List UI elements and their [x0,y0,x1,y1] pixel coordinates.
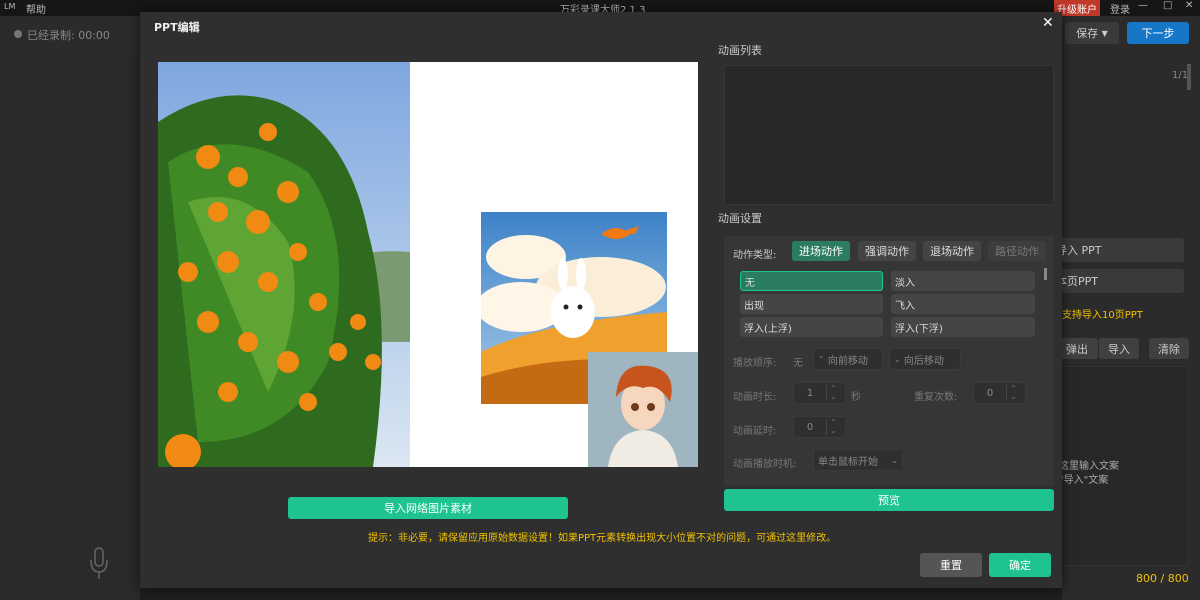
duration-unit: 秒 [851,392,861,403]
ppt-edit-dialog: PPT编辑 ✕ 导入网络图片素材 提示：非必要，请保留应用原始数据设置！如果PP… [140,12,1062,588]
chevron-up-icon: ⌃ [818,354,825,364]
chevron-down-icon: ⌄ [894,354,901,364]
dialog-title: PPT编辑 [154,21,200,34]
trigger-select[interactable]: 单击鼠标开始 ⌄ [813,449,903,471]
move-forward-label: 向前移动 [827,355,868,367]
effect-item-none[interactable]: 无 [740,271,883,291]
microphone-icon[interactable] [88,546,110,582]
delay-label: 动画延时: [733,426,777,437]
right-panel: 1/1 导入 PPT 本页PPT 支持导入10页PPT 弹出 导入 清除 这里输… [1054,54,1200,600]
repeat-label: 重复次数: [914,392,958,403]
effect-item-appear[interactable]: 出现 [740,294,883,314]
confirm-button[interactable]: 确定 [989,553,1051,577]
effect-item-float-up[interactable]: 浮入(上浮) [740,317,883,337]
duration-stepper[interactable]: 1 ⌃ ⌄ [793,382,846,404]
reset-button[interactable]: 重置 [920,553,982,577]
play-order-value: 无 [793,358,803,369]
menu-help[interactable]: 帮助 [26,1,46,16]
chevron-down-icon: ▼ [1101,28,1108,38]
scrollbar[interactable] [1187,64,1191,90]
delay-value: 0 [806,421,814,433]
delay-stepper[interactable]: 0 ⌃ ⌄ [793,416,846,438]
trigger-label: 动画播放时机: [733,459,797,470]
boy-portrait-image[interactable] [588,352,698,467]
clear-button[interactable]: 清除 [1149,338,1189,359]
chevron-down-icon: ⌄ [891,455,898,465]
effect-item-float-down[interactable]: 浮入(下浮) [891,317,1035,337]
tab-exit-action[interactable]: 退场动作 [923,241,981,261]
save-dropdown[interactable]: 保存 ▼ [1065,22,1119,44]
maximize-icon[interactable]: □ [1163,0,1172,11]
trigger-value: 单击鼠标开始 [818,456,878,468]
orange-tree-image[interactable] [158,62,410,467]
effect-item-fade-in[interactable]: 淡入 [891,271,1035,291]
import-web-image-button[interactable]: 导入网络图片素材 [288,497,568,519]
duration-label: 动画时长: [733,392,777,403]
action-type-label: 动作类型: [733,250,777,261]
save-label: 保存 [1076,27,1099,40]
animation-list[interactable] [724,65,1054,205]
import-button[interactable]: 导入 [1099,338,1139,359]
script-textarea[interactable]: 这里输入文案 "导入"文案 [1056,366,1188,566]
app-logo: LM [4,2,16,11]
effects-scrollbar[interactable] [1044,268,1047,280]
repeat-stepper[interactable]: 0 ⌃ ⌄ [973,382,1026,404]
import-ppt-button[interactable]: 导入 PPT [1054,238,1184,262]
tab-path-action[interactable]: 路径动作 [988,241,1046,261]
preview-button[interactable]: 预览 [724,489,1054,511]
tab-emphasis-action[interactable]: 强调动作 [858,241,916,261]
animation-settings-panel: 动作类型: 进场动作 强调动作 退场动作 路径动作 无 淡入 出现 飞入 浮入(… [724,236,1054,486]
move-backward-button[interactable]: ⌄ 向后移动 [889,348,961,370]
slide-canvas[interactable] [158,62,698,467]
decrement-icon[interactable]: ⌄ [830,427,837,435]
effect-item-fly-in[interactable]: 飞入 [891,294,1035,314]
duration-value: 1 [806,387,814,399]
close-icon[interactable]: ✕ [1042,15,1054,31]
ppt-limit-note: 支持导入10页PPT [1062,310,1143,321]
decrement-icon[interactable]: ⌄ [830,393,837,401]
char-count: 800 / 800 [1136,572,1189,585]
window-close-icon[interactable]: ✕ [1185,0,1193,11]
decrement-icon[interactable]: ⌄ [1010,393,1017,401]
tab-enter-action[interactable]: 进场动作 [792,241,850,261]
next-step-button[interactable]: 下一步 [1127,22,1189,44]
login-link[interactable]: 登录 [1110,1,1130,16]
this-page-ppt-button[interactable]: 本页PPT [1054,269,1184,293]
record-dot-icon [14,30,22,38]
minimize-icon[interactable]: — [1138,0,1148,11]
play-order-label: 播放顺序: [733,358,777,369]
recorded-time: 已经录制: 00:00 [27,29,110,42]
animation-list-title: 动画列表 [718,44,762,57]
script-hint-line2: "导入"文案 [1059,475,1109,486]
left-panel [0,54,140,600]
script-hint-line1: 这里输入文案 [1059,461,1119,472]
page-count: 1/1 [1172,70,1189,81]
move-backward-label: 向后移动 [903,355,944,367]
animation-settings-title: 动画设置 [718,212,762,225]
tip-text: 提示：非必要，请保留应用原始数据设置！如果PPT元素转换出现大小位置不对的问题，… [368,533,837,544]
repeat-value: 0 [986,387,994,399]
popup-button[interactable]: 弹出 [1056,338,1098,359]
move-forward-button[interactable]: ⌃ 向前移动 [813,348,883,370]
